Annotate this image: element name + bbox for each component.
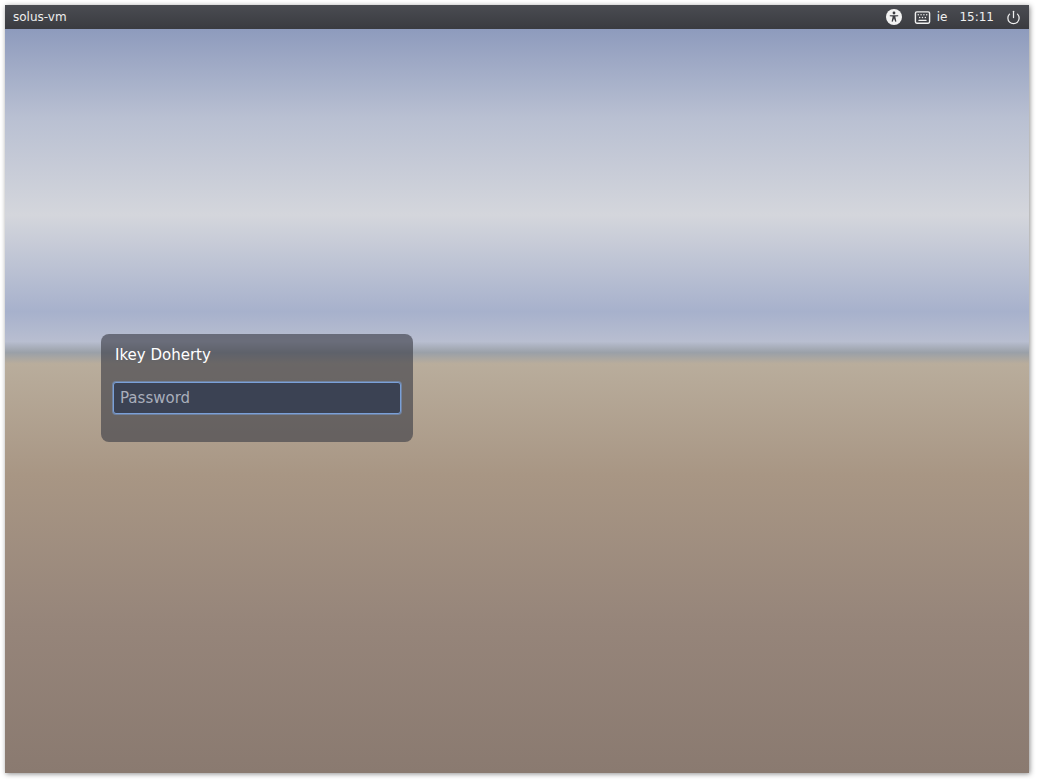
user-name: Ikey Doherty bbox=[113, 346, 401, 364]
login-screen: solus-vm ie 15:11 Ikey Doherty bbox=[5, 5, 1029, 773]
indicators: ie 15:11 bbox=[886, 9, 1021, 26]
password-field[interactable] bbox=[113, 382, 401, 414]
keyboard-indicator[interactable]: ie bbox=[914, 9, 948, 26]
screenshot-frame: solus-vm ie 15:11 Ikey Doherty bbox=[0, 0, 1038, 782]
keyboard-icon[interactable] bbox=[914, 9, 931, 26]
clock: 15:11 bbox=[959, 10, 994, 24]
power-icon[interactable] bbox=[1006, 10, 1021, 25]
accessibility-icon[interactable] bbox=[886, 9, 902, 25]
wallpaper: Ikey Doherty bbox=[5, 29, 1029, 773]
top-bar: solus-vm ie 15:11 bbox=[5, 5, 1029, 29]
keyboard-layout[interactable]: ie bbox=[937, 10, 948, 24]
hostname: solus-vm bbox=[13, 10, 67, 24]
login-card: Ikey Doherty bbox=[101, 334, 413, 442]
